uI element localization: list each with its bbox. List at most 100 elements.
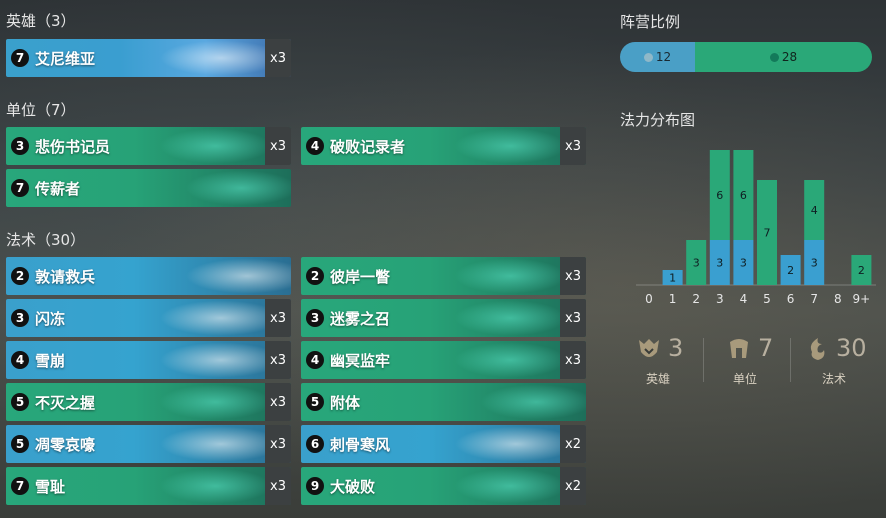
freljord-segment: 12	[620, 42, 695, 72]
card-name: 不灭之握	[35, 393, 96, 412]
bar-value-label: 6	[740, 189, 747, 202]
card-name: 彼岸一瞥	[330, 267, 391, 286]
card-art	[155, 39, 265, 77]
bar-value-label: 2	[858, 264, 865, 277]
freljord-count: 12	[655, 50, 672, 64]
bar-value-label: 1	[669, 272, 676, 285]
card-row[interactable]: 4 雪崩 x3	[6, 341, 291, 379]
units-header: 单位（7）	[6, 101, 76, 119]
card-count: x3	[560, 127, 586, 165]
mana-curve-chart: 0 1 1 3 2 3 6 3 3 6 4 7 5 2 6 3 4 7 8 2 9+	[636, 150, 876, 306]
stat-champions-label: 英雄	[645, 372, 670, 386]
card-count: x3	[560, 341, 586, 379]
mana-cost-badge: 4	[306, 351, 324, 369]
card-art	[450, 127, 560, 165]
shadow-isles-count: 28	[781, 50, 798, 64]
card-row[interactable]: 3 迷雾之召 x3	[301, 299, 586, 337]
card-name: 雪崩	[35, 351, 66, 370]
card-count: x3	[560, 257, 586, 295]
card-art	[450, 299, 560, 337]
stat-spells-label: 法术	[821, 372, 846, 386]
card-art	[450, 257, 560, 295]
card-row[interactable]: 3 悲伤书记员 x3	[6, 127, 291, 165]
card-art	[181, 169, 291, 207]
x-tick-label: 1	[669, 292, 677, 306]
card-count: x3	[265, 127, 291, 165]
card-name: 敦请救兵	[35, 267, 96, 286]
card-row[interactable]: 7 艾尼维亚 x3	[6, 39, 291, 77]
card-count: x3	[265, 341, 291, 379]
bar-value-label: 3	[811, 257, 818, 270]
card-row[interactable]: 2 彼岸一瞥 x3	[301, 257, 586, 295]
card-name: 闪冻	[35, 309, 66, 328]
card-art	[450, 425, 560, 463]
card-art	[450, 467, 560, 505]
mana-cost-badge: 4	[11, 351, 29, 369]
card-row[interactable]: 6 刺骨寒风 x2	[301, 425, 586, 463]
divider	[790, 338, 791, 382]
champions-header: 英雄（3）	[6, 12, 76, 30]
x-tick-label: 3	[716, 292, 724, 306]
card-name: 破败记录者	[330, 137, 406, 156]
bar-value-label: 3	[716, 257, 723, 270]
card-art	[155, 127, 265, 165]
card-row[interactable]: 3 闪冻 x3	[6, 299, 291, 337]
card-art	[155, 425, 265, 463]
shadow-isles-segment: 28	[695, 42, 872, 72]
card-name: 艾尼维亚	[35, 49, 96, 68]
x-tick-label: 7	[810, 292, 818, 306]
bar-value-label: 6	[716, 189, 723, 202]
region-ratio-bar: 12 28	[620, 42, 872, 72]
card-row[interactable]: 5 不灭之握 x3	[6, 383, 291, 421]
mana-cost-badge: 9	[306, 477, 324, 495]
card-row[interactable]: 7 传薪者	[6, 169, 291, 207]
card-count: x3	[265, 467, 291, 505]
shadow-isles-icon	[769, 52, 779, 62]
card-name: 附体	[330, 393, 361, 412]
mana-cost-badge: 5	[11, 393, 29, 411]
card-name: 刺骨寒风	[330, 435, 391, 454]
card-count: x3	[265, 39, 291, 77]
x-tick-label: 6	[787, 292, 795, 306]
card-name: 凋零哀嚎	[35, 435, 96, 454]
x-tick-label: 2	[692, 292, 700, 306]
divider	[703, 338, 704, 382]
card-row[interactable]: 4 幽冥监牢 x3	[301, 341, 586, 379]
card-count: x2	[560, 425, 586, 463]
x-tick-label: 0	[645, 292, 653, 306]
card-name: 幽冥监牢	[330, 351, 391, 370]
mana-cost-badge: 7	[11, 477, 29, 495]
card-name: 雪耻	[35, 477, 66, 496]
card-count: x3	[560, 299, 586, 337]
card-count: x2	[560, 467, 586, 505]
card-count: x3	[265, 299, 291, 337]
card-row[interactable]: 4 破败记录者 x3	[301, 127, 586, 165]
unit-icon	[730, 339, 748, 358]
card-art	[450, 341, 560, 379]
card-count: x3	[265, 425, 291, 463]
bar-value-label: 2	[787, 264, 794, 277]
card-name: 悲伤书记员	[35, 137, 111, 156]
x-tick-label: 9+	[853, 292, 871, 306]
card-row[interactable]: 9 大破败 x2	[301, 467, 586, 505]
card-row[interactable]: 7 雪耻 x3	[6, 467, 291, 505]
mana-cost-badge: 7	[11, 179, 29, 197]
spell-icon	[810, 338, 825, 360]
card-name: 传薪者	[35, 179, 81, 198]
card-row[interactable]: 5 附体	[301, 383, 586, 421]
stat-champions-value: 3	[668, 334, 684, 362]
x-tick-label: 8	[834, 292, 842, 306]
card-art	[155, 467, 265, 505]
card-row[interactable]: 5 凋零哀嚎 x3	[6, 425, 291, 463]
champion-icon	[639, 339, 659, 357]
mana-cost-badge: 3	[11, 137, 29, 155]
bar-value-label: 3	[740, 257, 747, 270]
mana-cost-badge: 6	[306, 435, 324, 453]
freljord-icon	[643, 52, 653, 62]
card-art	[476, 383, 586, 421]
x-tick-label: 4	[740, 292, 748, 306]
card-count: x3	[265, 383, 291, 421]
mana-cost-badge: 2	[306, 267, 324, 285]
card-row[interactable]: 2 敦请救兵	[6, 257, 291, 295]
mana-cost-badge: 2	[11, 267, 29, 285]
